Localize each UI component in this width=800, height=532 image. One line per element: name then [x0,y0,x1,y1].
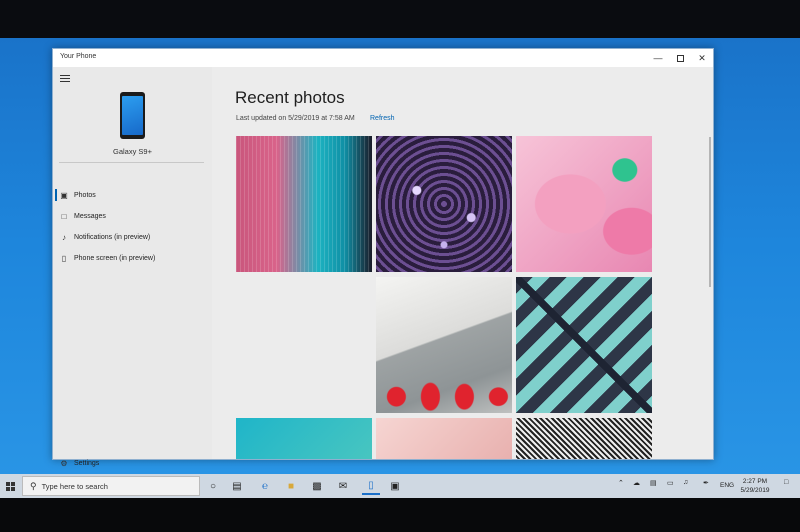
pen-workspace-icon[interactable]: ✒ [703,479,709,487]
edge-browser-icon[interactable]: ℮ [256,477,274,495]
show-hidden-icons-icon[interactable]: ⌃ [618,479,624,487]
title-bar[interactable]: Your Phone — ✕ [53,49,713,67]
clock-time: 2:27 PM [742,478,768,485]
sidebar-divider [59,162,204,163]
photo-thumbnail[interactable] [376,136,512,272]
photo-thumbnail[interactable] [376,418,512,459]
photo-thumbnail[interactable] [516,277,652,413]
gear-icon: ⚙ [60,458,68,468]
phone-screen-icon: ▯ [61,253,67,263]
battery-icon[interactable]: ▭ [667,479,674,487]
sidebar-item-messages[interactable]: □ Messages [53,206,212,226]
photo-thumbnail[interactable] [236,277,372,413]
sidebar-item-label: Notifications (in preview) [74,233,151,241]
taskbar: ⚲ Type here to search ○ ▤ ℮ ■ ▩ ✉ ▯ ▣ ⌃ … [0,474,800,498]
taskbar-search-box[interactable]: ⚲ Type here to search [22,476,200,496]
sidebar-item-notifications[interactable]: ♪ Notifications (in preview) [53,227,212,247]
monitor-bezel [0,498,800,532]
sidebar-item-label: Phone screen (in preview) [74,254,156,262]
photo-thumbnail[interactable] [236,418,372,459]
language-indicator[interactable]: ENG [720,482,734,489]
device-name: Galaxy S9+ [113,147,152,156]
cortana-icon[interactable]: ○ [204,477,222,495]
scrollbar[interactable] [709,137,711,287]
your-phone-app-icon[interactable]: ▯ [362,477,380,495]
sidebar-item-photos[interactable]: ▣ Photos [53,185,212,205]
file-explorer-icon[interactable]: ■ [282,477,300,495]
volume-icon[interactable]: ♫ [683,479,688,486]
sidebar-item-settings[interactable]: ⚙ Settings [53,453,212,473]
message-icon: □ [61,211,67,221]
store-icon[interactable]: ▩ [308,477,326,495]
sidebar: Galaxy S9+ ▣ Photos □ Messages ♪ Notific… [53,67,212,468]
close-icon: ✕ [698,52,706,63]
minimize-button[interactable]: — [647,49,669,67]
photo-icon: ▣ [60,190,68,200]
task-view-icon[interactable]: ▤ [228,477,246,495]
last-updated-text: Last updated on 5/29/2019 at 7:58 AM [236,115,355,122]
refresh-link[interactable]: Refresh [370,115,395,122]
search-icon: ⚲ [30,480,37,491]
page-title: Recent photos [235,88,345,107]
start-button[interactable] [0,474,20,498]
windows-logo-icon [5,481,15,491]
minimize-icon: — [653,53,663,63]
sidebar-item-label: Photos [74,191,96,199]
clock-date: 5/29/2019 [740,487,770,494]
sidebar-item-phone-screen[interactable]: ▯ Phone screen (in preview) [53,248,212,268]
photo-thumbnail[interactable] [516,136,652,272]
window-title: Your Phone [60,53,97,60]
onedrive-cloud-icon[interactable]: ☁ [633,479,640,487]
active-indicator [55,189,57,201]
photo-thumbnail[interactable] [236,136,372,272]
photo-thumbnail[interactable] [516,418,652,459]
photos-app-icon[interactable]: ▣ [386,477,404,495]
your-phone-window: Your Phone — ✕ Galaxy S9+ ▣ Photos □ Mes… [52,48,714,468]
main-content: Recent photos Last updated on 5/29/2019 … [212,67,713,459]
close-button[interactable]: ✕ [691,49,713,67]
search-placeholder: Type here to search [41,481,108,491]
photo-thumbnail[interactable] [376,277,512,413]
hamburger-menu-icon[interactable] [60,75,70,83]
maximize-button[interactable] [669,49,691,67]
network-icon[interactable]: ▤ [650,479,657,487]
sidebar-item-label: Settings [74,459,100,467]
system-clock[interactable]: 2:27 PM 5/29/2019 [738,477,772,495]
action-center-icon[interactable]: □ [784,479,788,486]
maximize-icon [676,54,684,62]
bell-icon: ♪ [62,232,66,242]
phone-image [120,92,145,139]
mail-icon[interactable]: ✉ [334,477,352,495]
sidebar-item-label: Messages [74,212,106,220]
